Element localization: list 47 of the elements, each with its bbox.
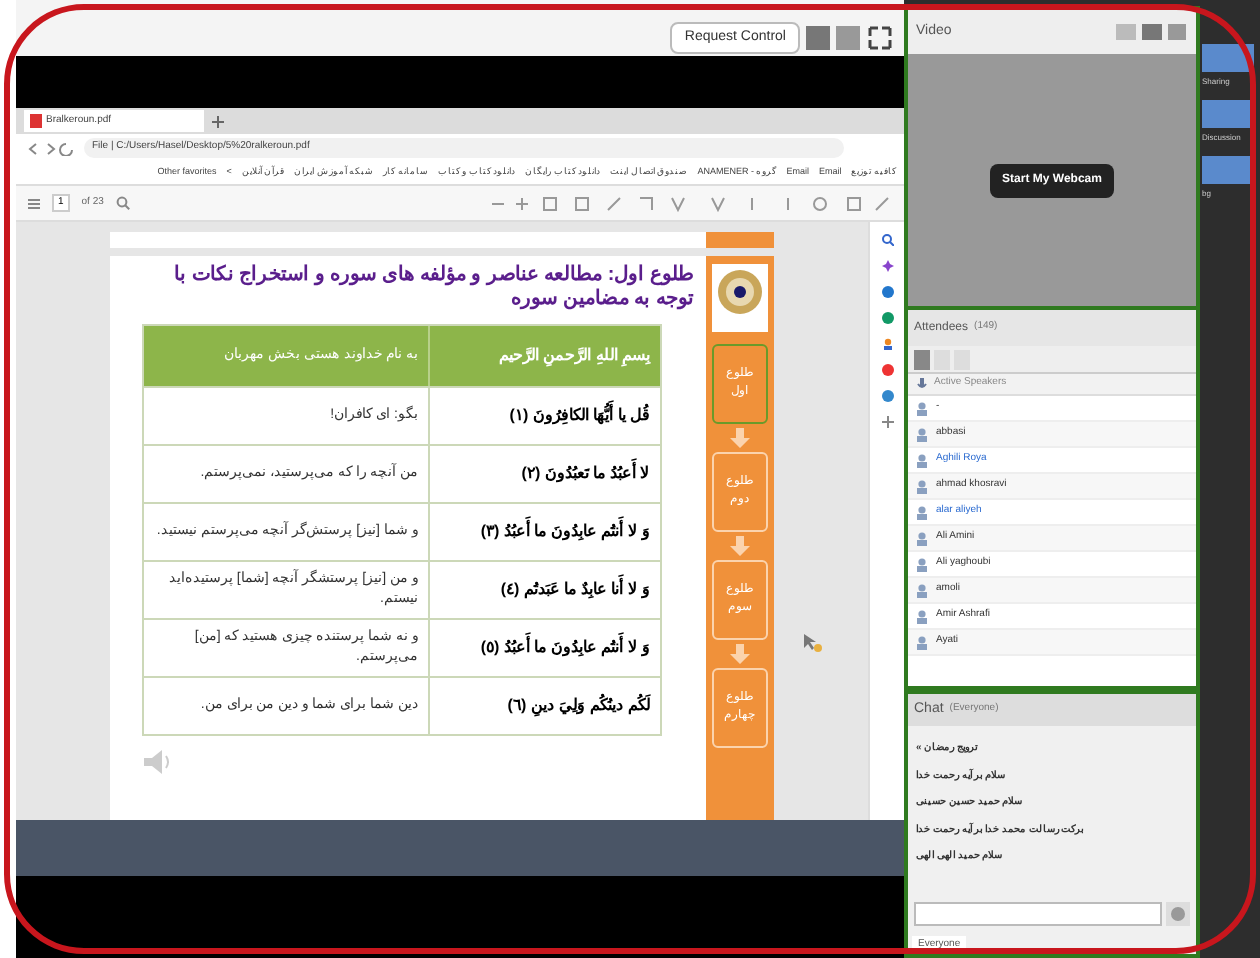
- cursor-icon: [802, 632, 822, 652]
- pdf-toolbar-icons[interactable]: [492, 195, 892, 211]
- person-icon: [916, 635, 928, 649]
- pdf-icon: [30, 114, 42, 128]
- verse-cell: لَكُم دينُكُم وَلِيَ دينِ (٦): [427, 678, 660, 734]
- verse-cell: لا أَعبُدُ ما تَعبُدُونَ (٢): [427, 446, 660, 502]
- layout-thumbnail[interactable]: [1202, 100, 1254, 128]
- new-tab-icon[interactable]: [212, 115, 224, 127]
- add-icon[interactable]: [881, 416, 893, 428]
- sidebar-strip: [706, 232, 774, 248]
- person-icon: [916, 583, 928, 597]
- person-icon: [916, 427, 928, 441]
- layout-toggle-icon[interactable]: [806, 26, 862, 50]
- circle-icon[interactable]: [881, 364, 893, 376]
- chat-input-field[interactable]: [914, 902, 1162, 926]
- person-icon: [916, 557, 928, 571]
- down-arrow-icon: [730, 536, 750, 556]
- circle-icon[interactable]: [881, 286, 893, 298]
- navigation-icon[interactable]: [26, 141, 74, 155]
- search-icon[interactable]: [881, 234, 893, 246]
- circle-icon[interactable]: [881, 312, 893, 324]
- sparkle-icon[interactable]: [881, 260, 893, 272]
- person-icon: [916, 531, 928, 545]
- down-arrow-icon: [730, 428, 750, 448]
- verse-cell: وَ لا أَنتُم عابِدُونَ ما أَعبُدُ (٣): [427, 504, 660, 560]
- section-title: طلوع اول: مطالعه عناصر و مؤلفه های سوره و استخراج نکات با توجه به مضامین سوره: [172, 264, 696, 312]
- menu-icon[interactable]: [28, 197, 40, 209]
- down-arrow-icon: [730, 644, 750, 664]
- verse-cell: وَ لا أَنا عابِدٌ ما عَبَدتُم (٤): [427, 562, 660, 618]
- person-icon: [916, 479, 928, 493]
- view-options-icon[interactable]: [1116, 24, 1188, 40]
- fullscreen-icon[interactable]: [868, 26, 892, 50]
- search-icon[interactable]: [115, 196, 130, 210]
- person-icon: [916, 505, 928, 519]
- circle-icon[interactable]: [881, 390, 893, 402]
- layout-thumbnail[interactable]: [1202, 44, 1254, 72]
- send-icon[interactable]: [1166, 902, 1190, 926]
- table-header-cell: بِسمِ اللهِ الرَّحمنِ الرَّحيم: [427, 326, 660, 386]
- attendee-view-icon[interactable]: [914, 349, 970, 369]
- person-icon: [916, 453, 928, 467]
- person-icon: [916, 401, 928, 415]
- verse-cell: وَ لا أَنتُم عابِدُونَ ما أَعبُدُ (٥): [427, 620, 660, 676]
- person-icon[interactable]: [881, 338, 893, 350]
- person-icon: [916, 609, 928, 623]
- verse-cell: قُل يا أَيُّهَا الكافِرُونَ (١): [427, 388, 660, 444]
- emblem-icon: [712, 264, 768, 332]
- layout-thumbnail[interactable]: [1202, 156, 1254, 184]
